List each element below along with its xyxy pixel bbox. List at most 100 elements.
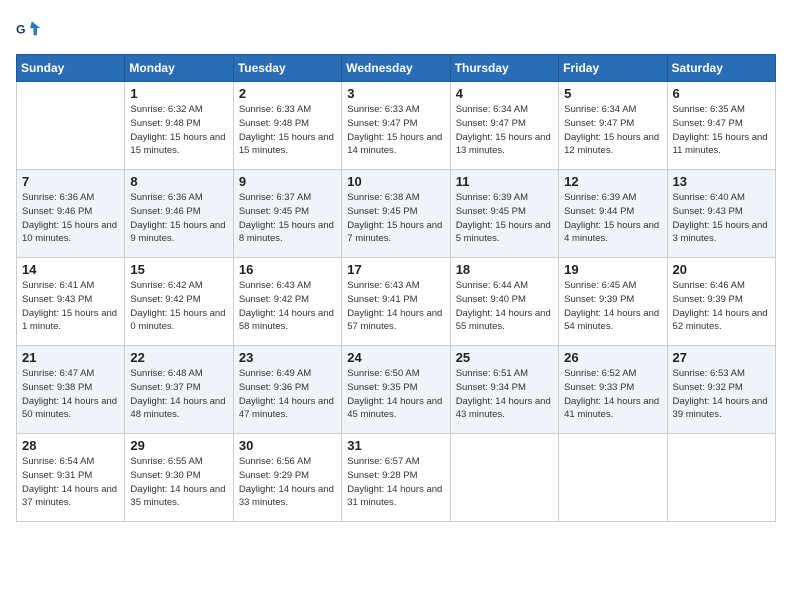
day-info: Sunrise: 6:52 AM Sunset: 9:33 PM Dayligh… — [564, 367, 661, 422]
logo: G — [16, 16, 48, 44]
day-info: Sunrise: 6:34 AM Sunset: 9:47 PM Dayligh… — [564, 103, 661, 158]
day-number: 5 — [564, 86, 661, 101]
day-info: Sunrise: 6:49 AM Sunset: 9:36 PM Dayligh… — [239, 367, 336, 422]
day-info: Sunrise: 6:54 AM Sunset: 9:31 PM Dayligh… — [22, 455, 119, 510]
day-info: Sunrise: 6:38 AM Sunset: 9:45 PM Dayligh… — [347, 191, 444, 246]
svg-text:G: G — [16, 23, 26, 37]
day-cell: 28 Sunrise: 6:54 AM Sunset: 9:31 PM Dayli… — [17, 434, 125, 522]
day-info: Sunrise: 6:44 AM Sunset: 9:40 PM Dayligh… — [456, 279, 553, 334]
day-info: Sunrise: 6:40 AM Sunset: 9:43 PM Dayligh… — [673, 191, 770, 246]
day-info: Sunrise: 6:45 AM Sunset: 9:39 PM Dayligh… — [564, 279, 661, 334]
day-cell: 31 Sunrise: 6:57 AM Sunset: 9:28 PM Dayli… — [342, 434, 450, 522]
day-info: Sunrise: 6:35 AM Sunset: 9:47 PM Dayligh… — [673, 103, 770, 158]
day-info: Sunrise: 6:34 AM Sunset: 9:47 PM Dayligh… — [456, 103, 553, 158]
day-number: 24 — [347, 350, 444, 365]
day-info: Sunrise: 6:48 AM Sunset: 9:37 PM Dayligh… — [130, 367, 227, 422]
col-header-wednesday: Wednesday — [342, 55, 450, 82]
week-row-4: 21 Sunrise: 6:47 AM Sunset: 9:38 PM Dayli… — [17, 346, 776, 434]
day-info: Sunrise: 6:55 AM Sunset: 9:30 PM Dayligh… — [130, 455, 227, 510]
col-header-thursday: Thursday — [450, 55, 558, 82]
day-number: 20 — [673, 262, 770, 277]
day-cell: 10 Sunrise: 6:38 AM Sunset: 9:45 PM Dayli… — [342, 170, 450, 258]
day-info: Sunrise: 6:33 AM Sunset: 9:48 PM Dayligh… — [239, 103, 336, 158]
day-number: 10 — [347, 174, 444, 189]
day-info: Sunrise: 6:37 AM Sunset: 9:45 PM Dayligh… — [239, 191, 336, 246]
day-info: Sunrise: 6:53 AM Sunset: 9:32 PM Dayligh… — [673, 367, 770, 422]
day-info: Sunrise: 6:32 AM Sunset: 9:48 PM Dayligh… — [130, 103, 227, 158]
day-info: Sunrise: 6:33 AM Sunset: 9:47 PM Dayligh… — [347, 103, 444, 158]
logo-icon: G — [16, 16, 44, 44]
day-cell: 19 Sunrise: 6:45 AM Sunset: 9:39 PM Dayli… — [559, 258, 667, 346]
day-number: 16 — [239, 262, 336, 277]
col-header-saturday: Saturday — [667, 55, 775, 82]
day-cell: 16 Sunrise: 6:43 AM Sunset: 9:42 PM Dayli… — [233, 258, 341, 346]
day-info: Sunrise: 6:57 AM Sunset: 9:28 PM Dayligh… — [347, 455, 444, 510]
day-info: Sunrise: 6:51 AM Sunset: 9:34 PM Dayligh… — [456, 367, 553, 422]
col-header-monday: Monday — [125, 55, 233, 82]
day-cell: 12 Sunrise: 6:39 AM Sunset: 9:44 PM Dayli… — [559, 170, 667, 258]
day-cell: 4 Sunrise: 6:34 AM Sunset: 9:47 PM Daylig… — [450, 82, 558, 170]
day-cell — [667, 434, 775, 522]
day-cell: 13 Sunrise: 6:40 AM Sunset: 9:43 PM Dayli… — [667, 170, 775, 258]
day-number: 23 — [239, 350, 336, 365]
day-cell: 24 Sunrise: 6:50 AM Sunset: 9:35 PM Dayli… — [342, 346, 450, 434]
day-number: 17 — [347, 262, 444, 277]
day-number: 7 — [22, 174, 119, 189]
day-number: 27 — [673, 350, 770, 365]
day-number: 18 — [456, 262, 553, 277]
day-cell: 15Sunrise: 6:42 AM Sunset: 9:42 PM Dayli… — [125, 258, 233, 346]
day-number: 26 — [564, 350, 661, 365]
day-info: Sunrise: 6:47 AM Sunset: 9:38 PM Dayligh… — [22, 367, 119, 422]
day-cell: 22 Sunrise: 6:48 AM Sunset: 9:37 PM Dayli… — [125, 346, 233, 434]
day-number: 4 — [456, 86, 553, 101]
day-cell: 30 Sunrise: 6:56 AM Sunset: 9:29 PM Dayli… — [233, 434, 341, 522]
day-number: 19 — [564, 262, 661, 277]
page-header: G — [16, 16, 776, 44]
day-cell: 11 Sunrise: 6:39 AM Sunset: 9:45 PM Dayli… — [450, 170, 558, 258]
day-cell — [17, 82, 125, 170]
day-cell: 2 Sunrise: 6:33 AM Sunset: 9:48 PM Daylig… — [233, 82, 341, 170]
day-info: Sunrise: 6:41 AM Sunset: 9:43 PM Dayligh… — [22, 279, 119, 334]
day-cell: 18 Sunrise: 6:44 AM Sunset: 9:40 PM Dayli… — [450, 258, 558, 346]
day-number: 13 — [673, 174, 770, 189]
day-cell: 17 Sunrise: 6:43 AM Sunset: 9:41 PM Dayli… — [342, 258, 450, 346]
day-number: 9 — [239, 174, 336, 189]
day-number: 29 — [130, 438, 227, 453]
day-cell: 27 Sunrise: 6:53 AM Sunset: 9:32 PM Dayli… — [667, 346, 775, 434]
day-number: 8 — [130, 174, 227, 189]
day-cell: 7 Sunrise: 6:36 AM Sunset: 9:46 PM Daylig… — [17, 170, 125, 258]
day-info: Sunrise: 6:36 AM Sunset: 9:46 PM Dayligh… — [22, 191, 119, 246]
day-info: Sunrise: 6:39 AM Sunset: 9:44 PM Dayligh… — [564, 191, 661, 246]
day-number: 30 — [239, 438, 336, 453]
day-cell: 6Sunrise: 6:35 AM Sunset: 9:47 PM Daylig… — [667, 82, 775, 170]
week-row-5: 28 Sunrise: 6:54 AM Sunset: 9:31 PM Dayli… — [17, 434, 776, 522]
week-row-3: 14 Sunrise: 6:41 AM Sunset: 9:43 PM Dayli… — [17, 258, 776, 346]
day-info: Sunrise: 6:42 AM Sunset: 9:42 PM Dayligh… — [130, 279, 227, 334]
day-cell: 20Sunrise: 6:46 AM Sunset: 9:39 PM Dayli… — [667, 258, 775, 346]
day-cell — [559, 434, 667, 522]
day-cell: 29 Sunrise: 6:55 AM Sunset: 9:30 PM Dayli… — [125, 434, 233, 522]
day-number: 28 — [22, 438, 119, 453]
day-info: Sunrise: 6:36 AM Sunset: 9:46 PM Dayligh… — [130, 191, 227, 246]
day-number: 2 — [239, 86, 336, 101]
day-number: 14 — [22, 262, 119, 277]
day-info: Sunrise: 6:43 AM Sunset: 9:42 PM Dayligh… — [239, 279, 336, 334]
day-info: Sunrise: 6:56 AM Sunset: 9:29 PM Dayligh… — [239, 455, 336, 510]
day-number: 21 — [22, 350, 119, 365]
day-cell: 1 Sunrise: 6:32 AM Sunset: 9:48 PM Daylig… — [125, 82, 233, 170]
day-number: 11 — [456, 174, 553, 189]
day-info: Sunrise: 6:39 AM Sunset: 9:45 PM Dayligh… — [456, 191, 553, 246]
calendar-header-row: SundayMondayTuesdayWednesdayThursdayFrid… — [17, 55, 776, 82]
day-number: 3 — [347, 86, 444, 101]
day-number: 12 — [564, 174, 661, 189]
day-cell: 9 Sunrise: 6:37 AM Sunset: 9:45 PM Daylig… — [233, 170, 341, 258]
day-number: 31 — [347, 438, 444, 453]
calendar-table: SundayMondayTuesdayWednesdayThursdayFrid… — [16, 54, 776, 522]
day-info: Sunrise: 6:43 AM Sunset: 9:41 PM Dayligh… — [347, 279, 444, 334]
day-info: Sunrise: 6:50 AM Sunset: 9:35 PM Dayligh… — [347, 367, 444, 422]
day-cell: 8 Sunrise: 6:36 AM Sunset: 9:46 PM Daylig… — [125, 170, 233, 258]
col-header-friday: Friday — [559, 55, 667, 82]
day-cell: 5 Sunrise: 6:34 AM Sunset: 9:47 PM Daylig… — [559, 82, 667, 170]
day-number: 22 — [130, 350, 227, 365]
day-number: 1 — [130, 86, 227, 101]
